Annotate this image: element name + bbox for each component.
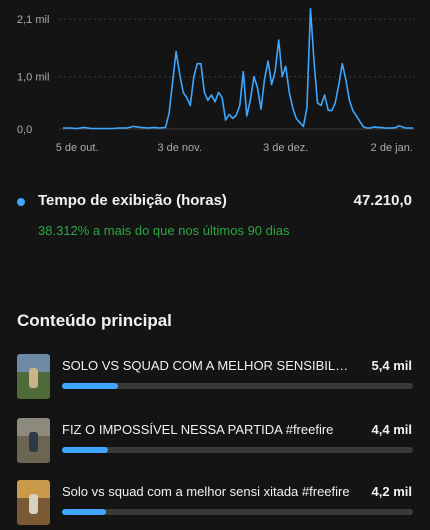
series-dot-icon	[17, 198, 25, 206]
y-tick-label: 1,0 mil	[17, 72, 49, 84]
share-bar	[62, 383, 413, 389]
video-value: 5,4 mil	[371, 358, 412, 373]
x-tick-label: 3 de dez.	[263, 142, 308, 154]
share-bar-fill	[62, 447, 108, 453]
metric-value: 47.210,0	[353, 192, 412, 209]
metric-change: 38.312% a mais do que nos últimos 90 dia…	[38, 223, 290, 238]
series-line	[63, 8, 413, 130]
x-tick-label: 5 de out.	[56, 142, 99, 154]
video-thumbnail	[17, 354, 50, 399]
video-title: SOLO VS SQUAD COM A MELHOR SENSIBILIDADE	[62, 358, 350, 373]
content-item[interactable]: Solo vs squad com a melhor sensi xitada …	[0, 480, 430, 530]
video-thumbnail	[17, 480, 50, 525]
watch-time-metric[interactable]: Tempo de exibição (horas) 47.210,0 38.31…	[0, 188, 430, 248]
video-thumbnail	[17, 418, 50, 463]
video-value: 4,2 mil	[371, 484, 412, 499]
share-bar-fill	[62, 383, 119, 389]
x-tick-label: 2 de jan.	[371, 142, 413, 154]
video-title: FIZ O IMPOSSÍVEL NESSA PARTIDA #freefire	[62, 422, 334, 437]
watch-time-chart: 2,1 mil 1,0 mil 0,0 5 de out. 3 de nov. 3 de …	[17, 8, 415, 154]
content-item[interactable]: SOLO VS SQUAD COM A MELHOR SENSIBILIDADE…	[0, 354, 430, 404]
section-title: Conteúdo principal	[17, 311, 172, 330]
x-tick-label: 3 de nov.	[157, 142, 201, 154]
share-bar-fill	[62, 509, 106, 515]
metric-label: Tempo de exibição (horas)	[38, 192, 227, 209]
share-bar	[62, 509, 413, 515]
share-bar	[62, 447, 413, 453]
y-tick-label: 0,0	[17, 124, 32, 136]
video-value: 4,4 mil	[371, 422, 412, 437]
y-tick-label: 2,1 mil	[17, 14, 49, 26]
content-item[interactable]: FIZ O IMPOSSÍVEL NESSA PARTIDA #freefire…	[0, 418, 430, 468]
video-title: Solo vs squad com a melhor sensi xitada …	[62, 484, 350, 499]
